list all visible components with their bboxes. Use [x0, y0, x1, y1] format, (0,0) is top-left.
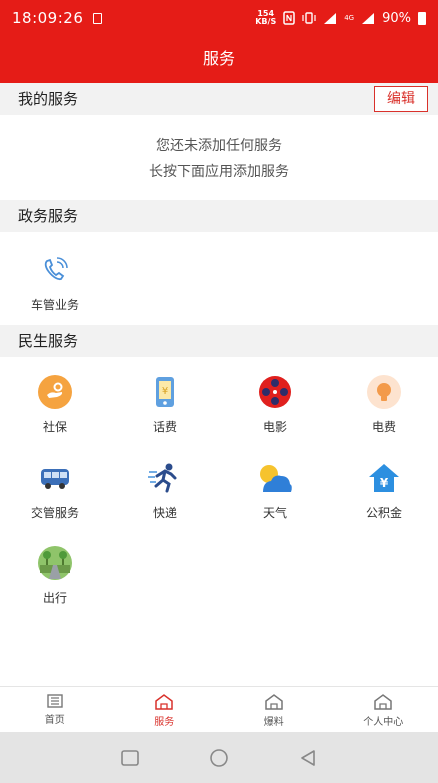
film-reel-icon	[257, 374, 293, 410]
network-type: 4G	[344, 14, 355, 22]
home-icon	[155, 694, 173, 710]
service-weather[interactable]: 天气	[235, 460, 315, 521]
svg-text:¥: ¥	[380, 476, 389, 490]
service-travel[interactable]: 出行	[15, 545, 95, 606]
my-services-title: 我的服务	[18, 90, 79, 108]
battery-icon	[418, 11, 426, 25]
lightbulb-icon	[366, 374, 402, 410]
travel-icon	[37, 545, 73, 581]
home-circle-icon[interactable]	[209, 748, 229, 768]
vibrate-icon	[302, 12, 316, 24]
tab-home[interactable]: 首页	[0, 687, 110, 732]
newspaper-icon	[47, 694, 63, 708]
status-time: 18:09:26	[12, 9, 84, 27]
sim-icon	[93, 12, 103, 24]
signal-icon-2	[362, 12, 375, 24]
nfc-icon	[283, 11, 295, 25]
page-title: 服务	[0, 36, 438, 83]
service-social-security[interactable]: 社保	[15, 374, 95, 435]
empty-services-message: 您还未添加任何服务 长按下面应用添加服务	[149, 138, 289, 180]
edit-button[interactable]: 编辑	[374, 86, 428, 112]
system-nav-bar	[0, 732, 438, 783]
home-icon	[265, 694, 283, 710]
tab-profile[interactable]: 个人中心	[329, 687, 438, 732]
bus-icon	[37, 460, 73, 496]
service-label: 车管业务	[30, 298, 79, 312]
battery-level: 90%	[382, 10, 411, 26]
service-electricity[interactable]: 电费	[344, 374, 424, 435]
recent-apps-icon[interactable]	[121, 749, 139, 766]
phone-bill-icon: ¥	[147, 374, 183, 410]
service-phone-bill[interactable]: ¥ 话费	[125, 374, 205, 435]
back-icon[interactable]	[299, 749, 317, 767]
service-traffic[interactable]: 交管服务	[15, 460, 95, 521]
bottom-tab-bar: 首页 服务 爆料 个人中心	[0, 686, 438, 732]
tab-tipoff[interactable]: 爆料	[219, 687, 329, 732]
weather-icon	[257, 460, 293, 496]
svg-text:¥: ¥	[162, 386, 168, 397]
service-movie[interactable]: 电影	[235, 374, 315, 435]
tab-services[interactable]: 服务	[110, 687, 220, 732]
home-icon	[374, 694, 392, 710]
service-housing-fund[interactable]: ¥ 公积金	[344, 460, 424, 521]
phone-icon	[37, 252, 73, 288]
network-speed: 154 KB/S	[255, 9, 277, 26]
my-services-header: 我的服务 编辑	[0, 83, 438, 115]
social-security-icon	[37, 374, 73, 410]
house-fund-icon: ¥	[366, 460, 402, 496]
signal-icon	[324, 12, 337, 24]
life-services-header: 民生服务	[0, 325, 438, 357]
gov-services-header: 政务服务	[0, 200, 438, 232]
gov-services-title: 政务服务	[18, 207, 79, 225]
service-express[interactable]: 快递	[125, 460, 205, 521]
runner-icon	[147, 460, 183, 496]
status-bar: 18:09:26 154 KB/S 4G 90%	[0, 0, 438, 36]
service-vehicle-management[interactable]: 车管业务	[15, 252, 95, 313]
life-services-title: 民生服务	[18, 332, 79, 350]
